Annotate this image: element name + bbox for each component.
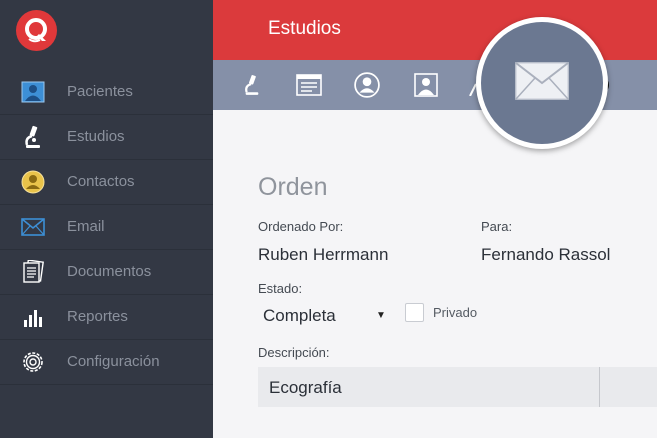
description-value: Ecografía (269, 378, 342, 397)
bar-chart-icon (20, 305, 46, 329)
sidebar-item-label: Email (67, 218, 105, 235)
sidebar-item-pacientes[interactable]: Pacientes (0, 70, 213, 115)
sidebar-item-label: Configuración (67, 353, 160, 370)
microscope-icon (20, 125, 46, 149)
sidebar-item-email[interactable]: Email (0, 205, 213, 250)
envelope-icon (514, 61, 570, 106)
page-title: Estudios (268, 18, 341, 39)
description-input[interactable]: Ecografía (258, 367, 657, 407)
sidebar-item-reportes[interactable]: Reportes (0, 295, 213, 340)
description-label: Descripción: (258, 345, 330, 360)
gear-icon (20, 350, 46, 374)
sidebar-item-documentos[interactable]: Documentos (0, 250, 213, 295)
sidebar: Pacientes Estudios Contactos Email Docum… (0, 0, 213, 438)
sidebar-item-label: Documentos (67, 263, 152, 280)
order-form: Orden Ordenado Por: Ruben Herrmann Para:… (213, 110, 657, 438)
for-label: Para: (481, 219, 513, 234)
status-label: Estado: (258, 281, 303, 296)
sidebar-nav: Pacientes Estudios Contactos Email Docum… (0, 70, 213, 385)
status-select[interactable]: Completa ▼ (258, 302, 388, 332)
logo-icon (25, 18, 47, 43)
private-checkbox[interactable] (405, 303, 424, 322)
sidebar-item-label: Pacientes (67, 83, 133, 100)
for-value[interactable]: Fernando Rassol (481, 245, 610, 265)
contact-icon (20, 170, 46, 194)
sidebar-item-label: Estudios (67, 128, 125, 145)
contact-circle-icon[interactable] (354, 72, 380, 98)
ordered-by-value[interactable]: Ruben Herrmann (258, 245, 388, 265)
sidebar-item-estudios[interactable]: Estudios (0, 115, 213, 160)
patient-card-icon[interactable] (413, 72, 439, 98)
private-label: Privado (433, 305, 478, 320)
sidebar-item-label: Contactos (67, 173, 135, 190)
caret-down-icon: ▼ (376, 310, 386, 321)
patient-icon (20, 80, 46, 104)
envelope-icon (20, 215, 46, 239)
sidebar-item-configuracion[interactable]: Configuración (0, 340, 213, 385)
sidebar-item-label: Reportes (67, 308, 128, 325)
ordered-by-label: Ordenado Por: (258, 219, 344, 234)
section-title: Orden (258, 173, 328, 201)
status-select-value: Completa (263, 306, 336, 325)
input-divider (599, 367, 600, 407)
app-logo[interactable] (16, 10, 57, 51)
list-card-icon[interactable] (296, 72, 322, 98)
documents-icon (20, 260, 46, 284)
microscope-icon[interactable] (239, 72, 265, 98)
sidebar-item-contactos[interactable]: Contactos (0, 160, 213, 205)
